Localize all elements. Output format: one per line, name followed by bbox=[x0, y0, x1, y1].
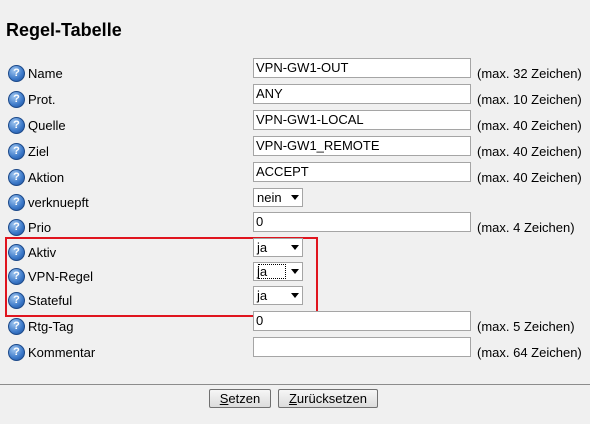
help-icon[interactable]: ? bbox=[8, 194, 25, 211]
prio-input[interactable]: 0 bbox=[253, 212, 471, 232]
field-label-verknuepft: verknuepft bbox=[28, 195, 89, 210]
kommentar-input[interactable] bbox=[253, 337, 471, 357]
chevron-down-icon bbox=[291, 195, 299, 200]
limit-note-quelle: (max. 40 Zeichen) bbox=[477, 118, 582, 133]
select-value: ja bbox=[257, 263, 287, 280]
page-title: Regel-Tabelle bbox=[6, 20, 122, 40]
field-label-kommentar: Kommentar bbox=[28, 345, 96, 360]
aktiv-select[interactable]: ja bbox=[253, 238, 303, 257]
reset-button-mnemonic: Z bbox=[288, 391, 297, 406]
vpn-regel-select[interactable]: ja bbox=[253, 262, 303, 281]
field-label-vpn-regel: VPN-Regel bbox=[28, 269, 94, 284]
limit-note-prio: (max. 4 Zeichen) bbox=[477, 220, 575, 235]
field-label-prio: Prio bbox=[28, 220, 52, 235]
limit-note-rtg-tag: (max. 5 Zeichen) bbox=[477, 319, 575, 334]
rtg-tag-input[interactable]: 0 bbox=[253, 311, 471, 331]
row-kommentar: ? Kommentar (max. 64 Zeichen) bbox=[0, 337, 590, 371]
chevron-down-icon bbox=[291, 245, 299, 250]
field-label-ziel: Ziel bbox=[28, 144, 49, 159]
limit-note-name: (max. 32 Zeichen) bbox=[477, 66, 582, 81]
help-icon[interactable]: ? bbox=[8, 143, 25, 160]
select-value: ja bbox=[257, 288, 268, 303]
field-label-stateful: Stateful bbox=[28, 293, 73, 308]
chevron-down-icon bbox=[291, 293, 299, 298]
footer-divider bbox=[0, 384, 590, 385]
field-label-aktiv: Aktiv bbox=[28, 245, 57, 260]
select-value: ja bbox=[257, 240, 268, 255]
select-value: nein bbox=[257, 190, 282, 205]
field-label-aktion: Aktion bbox=[28, 170, 65, 185]
name-input[interactable]: VPN-GW1-OUT bbox=[253, 58, 471, 78]
help-icon[interactable]: ? bbox=[8, 117, 25, 134]
help-icon[interactable]: ? bbox=[8, 219, 25, 236]
reset-button[interactable]: Zurücksetzen bbox=[278, 389, 378, 408]
help-icon[interactable]: ? bbox=[8, 169, 25, 186]
quelle-input[interactable]: VPN-GW1-LOCAL bbox=[253, 110, 471, 130]
limit-note-kommentar: (max. 64 Zeichen) bbox=[477, 345, 582, 360]
prot-input[interactable]: ANY bbox=[253, 84, 471, 104]
help-icon[interactable]: ? bbox=[8, 344, 25, 361]
help-icon[interactable]: ? bbox=[8, 292, 25, 309]
field-label-rtg-tag: Rtg-Tag bbox=[28, 319, 74, 334]
help-icon[interactable]: ? bbox=[8, 268, 25, 285]
help-icon[interactable]: ? bbox=[8, 65, 25, 82]
set-button[interactable]: Setzen bbox=[209, 389, 271, 408]
help-icon[interactable]: ? bbox=[8, 318, 25, 335]
set-button-label: etzen bbox=[228, 391, 261, 406]
limit-note-ziel: (max. 40 Zeichen) bbox=[477, 144, 582, 159]
limit-note-prot: (max. 10 Zeichen) bbox=[477, 92, 582, 107]
limit-note-aktion: (max. 40 Zeichen) bbox=[477, 170, 582, 185]
help-icon[interactable]: ? bbox=[8, 244, 25, 261]
aktion-input[interactable]: ACCEPT bbox=[253, 162, 471, 182]
reset-button-label: urücksetzen bbox=[296, 391, 368, 406]
ziel-input[interactable]: VPN-GW1_REMOTE bbox=[253, 136, 471, 156]
field-label-name: Name bbox=[28, 66, 63, 81]
field-label-quelle: Quelle bbox=[28, 118, 66, 133]
verknuepft-select[interactable]: nein bbox=[253, 188, 303, 207]
stateful-select[interactable]: ja bbox=[253, 286, 303, 305]
chevron-down-icon bbox=[291, 269, 299, 274]
field-label-prot: Prot. bbox=[28, 92, 56, 107]
help-icon[interactable]: ? bbox=[8, 91, 25, 108]
